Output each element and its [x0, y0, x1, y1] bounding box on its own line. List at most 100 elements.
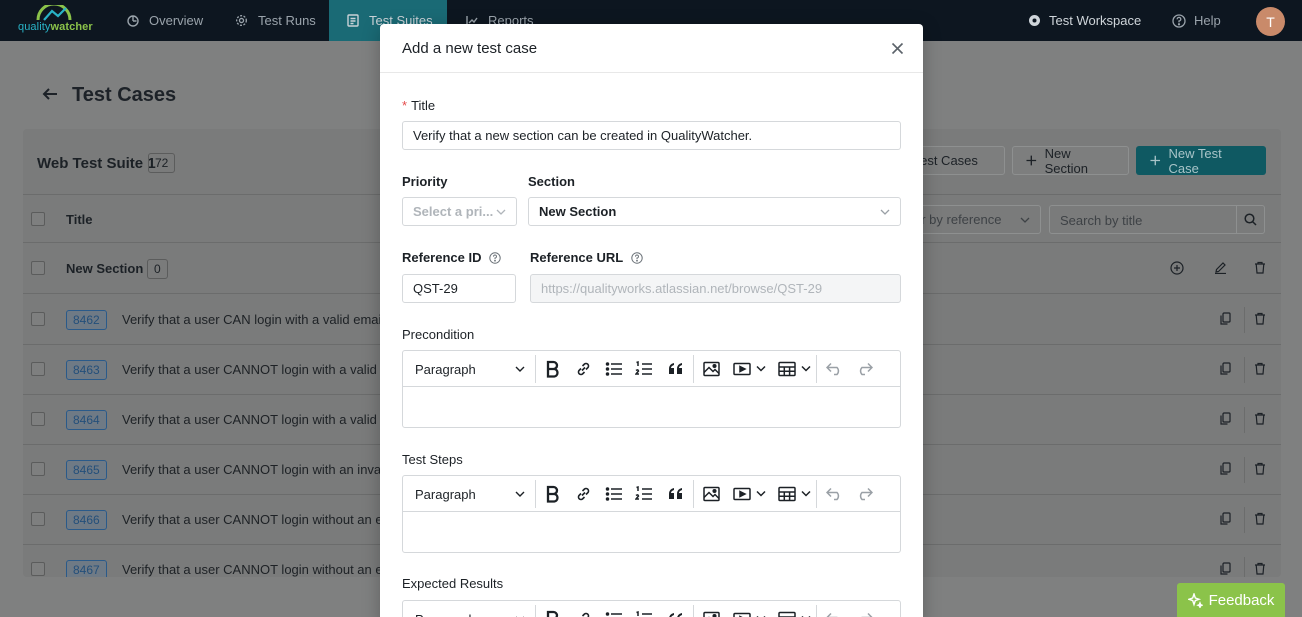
test-steps-text-area[interactable] [403, 512, 900, 552]
trash-icon[interactable] [1254, 312, 1266, 325]
undo-icon[interactable] [826, 484, 843, 504]
paragraph-format-select[interactable]: Paragraph [415, 609, 525, 617]
trash-icon[interactable] [1254, 562, 1266, 575]
search-button[interactable] [1236, 206, 1264, 233]
row-checkbox[interactable] [31, 312, 45, 326]
case-id-badge[interactable]: 8465 [66, 460, 107, 480]
case-title[interactable]: Verify that a user CANNOT login with a v… [122, 412, 399, 427]
case-id-badge[interactable]: 8464 [66, 410, 107, 430]
image-icon[interactable] [703, 359, 720, 379]
paragraph-format-select[interactable]: Paragraph [415, 359, 525, 379]
workspace-switcher[interactable]: Test Workspace [1028, 0, 1141, 41]
trash-icon[interactable] [1254, 462, 1266, 475]
new-test-case-button[interactable]: New Test Case [1136, 146, 1266, 176]
image-icon[interactable] [703, 484, 720, 504]
numbered-list-icon[interactable] [635, 609, 653, 617]
copy-icon[interactable] [1220, 512, 1231, 525]
case-id-badge[interactable]: 8463 [66, 360, 107, 380]
add-circle-icon[interactable] [1170, 261, 1184, 275]
suite-count-badge: 72 [148, 153, 176, 173]
feedback-button[interactable]: Feedback [1177, 583, 1285, 617]
expected-results-editor[interactable]: Paragraph [402, 600, 901, 617]
select-all-checkbox[interactable] [31, 212, 45, 226]
undo-icon[interactable] [826, 609, 843, 617]
case-title[interactable]: Verify that a user CAN login with a vali… [122, 312, 395, 327]
bullet-list-icon[interactable] [605, 609, 623, 617]
case-id-badge[interactable]: 8462 [66, 310, 107, 330]
bold-icon[interactable] [546, 484, 559, 504]
row-checkbox[interactable] [31, 261, 45, 275]
bold-icon[interactable] [546, 359, 559, 379]
section-label: Section [528, 174, 575, 189]
divider [535, 605, 536, 617]
case-title[interactable]: Verify that a user CANNOT login with an … [122, 462, 394, 477]
back-arrow-icon[interactable] [40, 86, 60, 102]
row-checkbox[interactable] [31, 512, 45, 526]
precondition-text-area[interactable] [403, 387, 900, 427]
trash-icon[interactable] [1254, 362, 1266, 375]
table-icon[interactable] [778, 359, 812, 379]
reference-url-input[interactable]: https://qualityworks.atlassian.net/brows… [530, 274, 901, 303]
case-id-badge[interactable]: 8467 [66, 560, 107, 577]
case-title[interactable]: Verify that a user CANNOT login with a v… [122, 362, 399, 377]
bullet-list-icon[interactable] [605, 484, 623, 504]
search-input[interactable]: Search by title [1049, 205, 1265, 234]
title-input[interactable]: Verify that a new section can be created… [402, 121, 901, 150]
trash-icon[interactable] [1254, 512, 1266, 525]
nav-overview[interactable]: Overview [127, 0, 203, 41]
trash-icon[interactable] [1254, 261, 1266, 274]
copy-icon[interactable] [1220, 362, 1231, 375]
blockquote-icon[interactable] [668, 609, 684, 617]
table-icon[interactable] [778, 609, 812, 617]
bold-icon[interactable] [546, 609, 559, 617]
case-id-badge[interactable]: 8466 [66, 510, 107, 530]
bullet-list-icon[interactable] [605, 359, 623, 379]
paragraph-format-select[interactable]: Paragraph [415, 484, 525, 504]
row-checkbox[interactable] [31, 412, 45, 426]
case-title[interactable]: Verify that a user CANNOT login without … [122, 512, 401, 527]
row-checkbox[interactable] [31, 462, 45, 476]
blockquote-icon[interactable] [668, 359, 684, 379]
close-icon[interactable] [891, 42, 904, 55]
help-circle-icon[interactable] [489, 252, 501, 264]
reference-id-input[interactable]: QST-29 [402, 274, 516, 303]
media-embed-icon[interactable] [733, 484, 767, 504]
case-title[interactable]: Verify that a user CANNOT login without … [122, 562, 393, 577]
numbered-list-icon[interactable] [635, 359, 653, 379]
divider [1244, 407, 1245, 433]
copy-icon[interactable] [1220, 462, 1231, 475]
redo-icon[interactable] [856, 484, 873, 504]
link-icon[interactable] [575, 484, 592, 504]
blockquote-icon[interactable] [668, 484, 684, 504]
link-icon[interactable] [575, 359, 592, 379]
edit-pencil-icon[interactable] [1214, 261, 1227, 274]
section-select[interactable]: New Section [528, 197, 901, 226]
media-embed-icon[interactable] [733, 609, 767, 617]
help-link[interactable]: Help [1172, 0, 1221, 41]
priority-select[interactable]: Select a pri... [402, 197, 517, 226]
undo-icon[interactable] [826, 359, 843, 379]
copy-icon[interactable] [1220, 312, 1231, 325]
row-checkbox[interactable] [31, 562, 45, 576]
editor-toolbar: Paragraph [403, 601, 900, 617]
media-embed-icon[interactable] [733, 359, 767, 379]
numbered-list-icon[interactable] [635, 484, 653, 504]
expected-results-label: Expected Results [402, 576, 504, 591]
search-placeholder: Search by title [1060, 213, 1143, 228]
image-icon[interactable] [703, 609, 720, 617]
row-checkbox[interactable] [31, 362, 45, 376]
copy-icon[interactable] [1220, 562, 1231, 575]
new-section-button[interactable]: New Section [1012, 146, 1129, 176]
redo-icon[interactable] [856, 359, 873, 379]
trash-icon[interactable] [1254, 412, 1266, 425]
link-icon[interactable] [575, 609, 592, 617]
table-icon[interactable] [778, 484, 812, 504]
copy-icon[interactable] [1220, 412, 1231, 425]
qualitywatcher-logo[interactable]: qualitywatcher [18, 5, 93, 35]
redo-icon[interactable] [856, 609, 873, 617]
nav-test-runs[interactable]: Test Runs [235, 0, 316, 41]
help-circle-icon[interactable] [630, 252, 643, 264]
test-steps-editor[interactable]: Paragraph [402, 475, 901, 553]
avatar[interactable]: T [1256, 7, 1285, 36]
precondition-editor[interactable]: Paragraph [402, 350, 901, 428]
